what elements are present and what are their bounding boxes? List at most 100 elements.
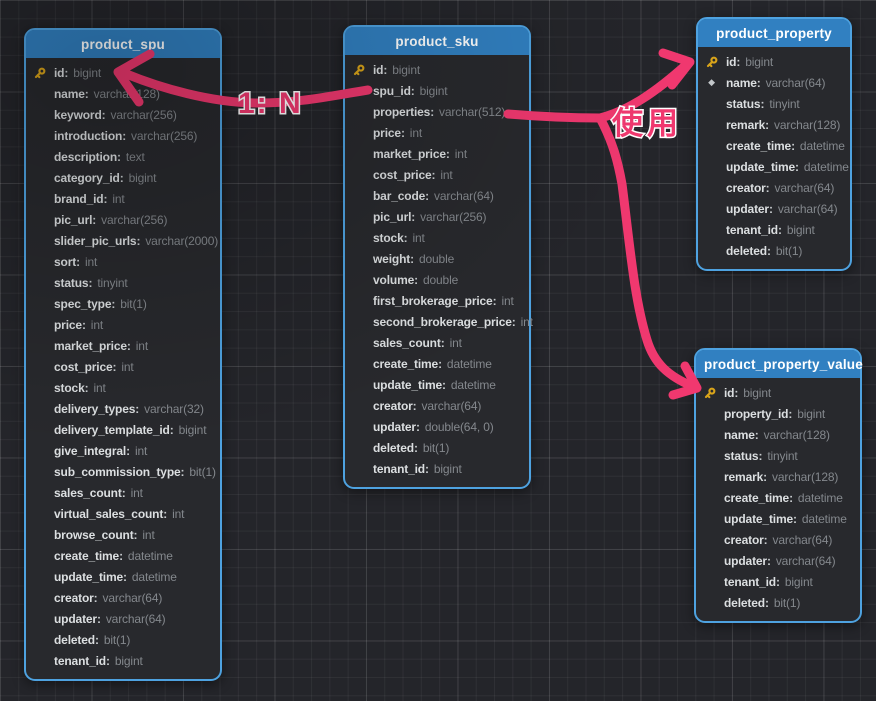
field-row[interactable]: create_timedatetime xyxy=(26,546,220,567)
field-row[interactable]: priceint xyxy=(26,315,220,336)
field-row[interactable]: second_brokerage_priceint xyxy=(345,312,529,333)
field-row[interactable]: market_priceint xyxy=(26,336,220,357)
field-row[interactable]: deletedbit(1) xyxy=(345,438,529,459)
field-type: bigint xyxy=(743,386,771,400)
field-row[interactable]: propertiesvarchar(512) xyxy=(345,102,529,123)
field-row[interactable]: statustinyint xyxy=(26,273,220,294)
field-row[interactable]: cost_priceint xyxy=(345,165,529,186)
field-row[interactable]: idbigint xyxy=(698,52,850,73)
field-row[interactable]: virtual_sales_countint xyxy=(26,504,220,525)
field-row[interactable]: slider_pic_urlsvarchar(2000) xyxy=(26,231,220,252)
field-row[interactable]: tenant_idbigint xyxy=(698,220,850,241)
field-row[interactable]: property_idbigint xyxy=(696,404,860,425)
field-row[interactable]: stockint xyxy=(345,228,529,249)
field-row[interactable]: updatervarchar(64) xyxy=(26,609,220,630)
field-row[interactable]: priceint xyxy=(345,123,529,144)
table-product_sku[interactable]: product_skuidbigintspu_idbigintpropertie… xyxy=(343,25,531,489)
field-row[interactable]: deletedbit(1) xyxy=(696,593,860,614)
field-row[interactable]: volumedouble xyxy=(345,270,529,291)
field-row[interactable]: sales_countint xyxy=(345,333,529,354)
field-name: create_time xyxy=(54,549,123,563)
field-row[interactable]: pic_urlvarchar(256) xyxy=(26,210,220,231)
field-row[interactable]: sub_commission_typebit(1) xyxy=(26,462,220,483)
field-type: bigint xyxy=(392,63,420,77)
table-title[interactable]: product_sku xyxy=(345,27,529,55)
field-row[interactable]: sales_countint xyxy=(26,483,220,504)
field-row[interactable]: category_idbigint xyxy=(26,168,220,189)
field-row[interactable]: create_timedatetime xyxy=(345,354,529,375)
field-type: tinyint xyxy=(769,97,799,111)
field-row[interactable]: create_timedatetime xyxy=(696,488,860,509)
field-type: double(64, 0) xyxy=(425,420,494,434)
field-row[interactable]: first_brokerage_priceint xyxy=(345,291,529,312)
field-row[interactable]: remarkvarchar(128) xyxy=(698,115,850,136)
field-row[interactable]: ◆namevarchar(64) xyxy=(698,73,850,94)
field-row[interactable]: update_timedatetime xyxy=(26,567,220,588)
field-row[interactable]: update_timedatetime xyxy=(696,509,860,530)
field-type: int xyxy=(440,168,452,182)
field-type: int xyxy=(131,486,143,500)
field-row[interactable]: idbigint xyxy=(696,383,860,404)
field-row[interactable]: remarkvarchar(128) xyxy=(696,467,860,488)
field-name: give_integral xyxy=(54,444,130,458)
diagram-canvas[interactable]: product_spuidbigintnamevarchar(128)keywo… xyxy=(0,0,876,701)
table-title[interactable]: product_property xyxy=(698,19,850,47)
field-row[interactable]: creatorvarchar(64) xyxy=(696,530,860,551)
field-type: bit(1) xyxy=(120,297,146,311)
field-name: second_brokerage_price xyxy=(373,315,516,329)
field-row[interactable]: introductionvarchar(256) xyxy=(26,126,220,147)
table-title[interactable]: product_property_value xyxy=(696,350,860,378)
field-row[interactable]: idbigint xyxy=(345,60,529,81)
field-row[interactable]: market_priceint xyxy=(345,144,529,165)
field-type: bigint xyxy=(179,423,207,437)
field-list: idbigintspu_idbigintpropertiesvarchar(51… xyxy=(345,55,529,487)
field-row[interactable]: tenant_idbigint xyxy=(26,651,220,672)
field-row[interactable]: statustinyint xyxy=(698,94,850,115)
field-row[interactable]: cost_priceint xyxy=(26,357,220,378)
arrowhead-sku-to-property-icon xyxy=(663,53,690,85)
field-row[interactable]: brand_idint xyxy=(26,189,220,210)
field-row[interactable]: updatervarchar(64) xyxy=(698,199,850,220)
field-row[interactable]: delivery_typesvarchar(32) xyxy=(26,399,220,420)
field-row[interactable]: updatervarchar(64) xyxy=(696,551,860,572)
field-row[interactable]: create_timedatetime xyxy=(698,136,850,157)
field-row[interactable]: update_timedatetime xyxy=(345,375,529,396)
field-row[interactable]: namevarchar(128) xyxy=(26,84,220,105)
field-type: varchar(64) xyxy=(773,533,833,547)
table-product_spu[interactable]: product_spu idbigintnamevarchar(128)keywo… xyxy=(24,28,222,681)
field-row[interactable]: stockint xyxy=(26,378,220,399)
field-row[interactable]: browse_countint xyxy=(26,525,220,546)
field-name: weight xyxy=(373,252,414,266)
field-row[interactable]: delivery_template_idbigint xyxy=(26,420,220,441)
field-row[interactable]: spec_typebit(1) xyxy=(26,294,220,315)
field-row[interactable]: tenant_idbigint xyxy=(345,459,529,480)
field-row[interactable]: namevarchar(128) xyxy=(696,425,860,446)
field-name: creator xyxy=(54,591,98,605)
field-row[interactable]: sortint xyxy=(26,252,220,273)
field-row[interactable]: deletedbit(1) xyxy=(698,241,850,262)
field-row[interactable]: descriptiontext xyxy=(26,147,220,168)
table-product_property_value[interactable]: product_property_value idbigintproperty_i… xyxy=(694,348,862,623)
field-row[interactable]: statustinyint xyxy=(696,446,860,467)
field-row[interactable]: spu_idbigint xyxy=(345,81,529,102)
field-row[interactable]: deletedbit(1) xyxy=(26,630,220,651)
field-type: varchar(2000) xyxy=(145,234,218,248)
field-row[interactable]: creatorvarchar(64) xyxy=(26,588,220,609)
field-row[interactable]: bar_codevarchar(64) xyxy=(345,186,529,207)
field-row[interactable]: tenant_idbigint xyxy=(696,572,860,593)
field-type: varchar(128) xyxy=(94,87,160,101)
field-row[interactable]: creatorvarchar(64) xyxy=(345,396,529,417)
primary-key-icon xyxy=(704,55,719,70)
field-type: varchar(128) xyxy=(764,428,830,442)
field-row[interactable]: updaterdouble(64, 0) xyxy=(345,417,529,438)
table-product_property[interactable]: product_property idbigint◆namevarchar(64)… xyxy=(696,17,852,271)
field-name: remark xyxy=(724,470,767,484)
field-row[interactable]: idbigint xyxy=(26,63,220,84)
field-row[interactable]: keywordvarchar(256) xyxy=(26,105,220,126)
field-row[interactable]: weightdouble xyxy=(345,249,529,270)
table-title[interactable]: product_spu xyxy=(26,30,220,58)
field-row[interactable]: pic_urlvarchar(256) xyxy=(345,207,529,228)
field-row[interactable]: update_timedatetime xyxy=(698,157,850,178)
field-row[interactable]: give_integralint xyxy=(26,441,220,462)
field-row[interactable]: creatorvarchar(64) xyxy=(698,178,850,199)
